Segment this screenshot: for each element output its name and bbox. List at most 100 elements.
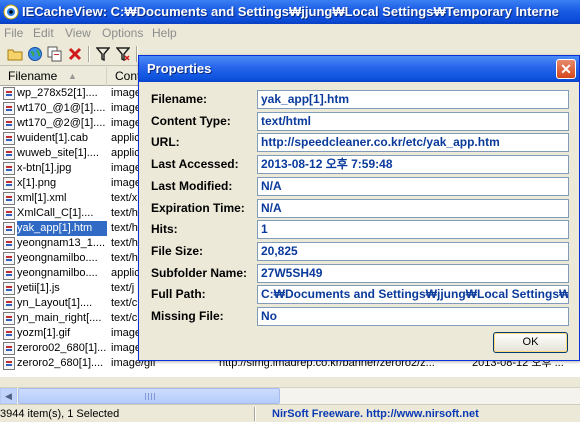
menu-options[interactable]: Options — [102, 26, 143, 40]
dialog-titlebar[interactable]: Properties ✕ — [139, 56, 579, 82]
row-filename: yeongnam13_1.... — [17, 237, 106, 249]
column-filename-label: Filename — [8, 69, 58, 83]
property-label: Last Modified: — [151, 178, 233, 193]
row-filename: wt170_@1@[1].... — [17, 102, 106, 114]
row-filename: yetii[1].js — [17, 282, 60, 294]
file-icon — [3, 312, 15, 325]
property-value-field[interactable]: C:₩Documents and Settings₩jjung₩Local Se… — [257, 285, 569, 305]
file-icon — [3, 327, 15, 340]
property-value-field[interactable]: N/A — [257, 198, 569, 218]
open-folder-icon[interactable] — [6, 46, 24, 62]
filter-red-icon[interactable] — [114, 46, 132, 62]
property-value-field[interactable]: 20,825 — [257, 241, 569, 261]
file-icon — [3, 297, 15, 310]
filter-icon[interactable] — [94, 46, 112, 62]
property-value-field[interactable]: http://speedcleaner.co.kr/etc/yak_app.ht… — [257, 133, 569, 153]
scroll-left-arrow-icon[interactable]: ◀ — [0, 388, 17, 404]
row-filename: x-btn[1].jpg — [17, 162, 72, 174]
file-icon — [3, 147, 15, 160]
horizontal-scrollbar[interactable]: ◀ — [0, 387, 580, 404]
menu-bar: File Edit View Options Help — [0, 24, 580, 42]
file-icon — [3, 252, 15, 265]
property-label: Content Type: — [151, 113, 231, 128]
row-filename: zeroro2_680[1].... — [17, 357, 104, 369]
property-value-field[interactable]: N/A — [257, 176, 569, 196]
scroll-thumb[interactable] — [18, 388, 280, 404]
status-divider — [254, 407, 256, 421]
property-label: Last Accessed: — [151, 157, 239, 172]
menu-help[interactable]: Help — [152, 26, 177, 40]
file-icon — [3, 87, 15, 100]
delete-icon[interactable] — [66, 46, 84, 62]
property-row: Subfolder Name: 27W5SH49 — [139, 263, 579, 284]
scroll-grip — [145, 393, 155, 400]
file-icon — [3, 192, 15, 205]
column-content-type-label: Cont — [115, 69, 141, 83]
row-filename: wt170_@2@[1].... — [17, 117, 106, 129]
file-icon — [3, 117, 15, 130]
property-row: Missing File: No — [139, 307, 579, 327]
property-row: Expiration Time: N/A — [139, 198, 579, 219]
dialog-title: Properties — [147, 61, 212, 76]
file-icon — [3, 102, 15, 115]
row-filename: wuident[1].cab — [17, 132, 88, 144]
property-value-field[interactable]: text/html — [257, 111, 569, 131]
property-label: Full Path: — [151, 287, 206, 302]
status-item-count: 3944 item(s), 1 Selected — [0, 408, 120, 420]
column-filename[interactable]: Filename ▲ — [0, 67, 107, 86]
property-label: Hits: — [151, 222, 178, 237]
row-filename: yozm[1].gif — [17, 327, 71, 339]
property-row: Hits: 1 — [139, 220, 579, 240]
file-icon — [3, 207, 15, 220]
window-titlebar[interactable]: IECacheView: C:₩Documents and Settings₩j… — [0, 0, 580, 24]
property-row: Content Type: text/html — [139, 111, 579, 132]
property-row: Filename: yak_app[1].htm — [139, 90, 579, 110]
row-filename: wp_278x52[1].... — [17, 87, 98, 99]
row-filename: yn_Layout[1].... — [17, 297, 93, 309]
row-filename: yeongnamilbo.... — [17, 252, 98, 264]
property-row: URL: http://speedcleaner.co.kr/etc/yak_ap… — [139, 133, 579, 153]
file-icon — [3, 222, 15, 235]
property-label: Subfolder Name: — [151, 265, 248, 280]
status-bar: 3944 item(s), 1 Selected NirSoft Freewar… — [0, 404, 580, 422]
property-value-field[interactable]: 27W5SH49 — [257, 263, 569, 283]
sort-arrow-icon: ▲ — [68, 71, 77, 81]
eye-icon — [3, 4, 19, 20]
file-icon — [3, 342, 15, 355]
property-value-field[interactable]: No — [257, 307, 569, 326]
copy-icon[interactable] — [46, 46, 64, 62]
toolbar-separator — [88, 46, 90, 62]
row-filename: xml[1].xml — [17, 192, 67, 204]
menu-view[interactable]: View — [65, 26, 91, 40]
file-icon — [3, 267, 15, 280]
property-row: Last Modified: N/A — [139, 176, 579, 197]
properties-dialog: Properties ✕ Filename: yak_app[1].htm Cont… — [138, 55, 580, 361]
status-nirsoft-link[interactable]: NirSoft Freeware. http://www.nirsoft.net — [272, 408, 479, 420]
property-value-field[interactable]: 1 — [257, 220, 569, 240]
property-row: Full Path: C:₩Documents and Settings₩jjun… — [139, 285, 579, 305]
property-value-field[interactable]: 2013-08-12 오후 7:59:48 — [257, 155, 569, 175]
menu-file[interactable]: File — [4, 26, 23, 40]
file-icon — [3, 132, 15, 145]
property-row: Last Accessed: 2013-08-12 오후 7:59:48 — [139, 155, 579, 175]
row-filename: wuweb_site[1].... — [17, 147, 99, 159]
file-icon — [3, 237, 15, 250]
property-value-field[interactable]: yak_app[1].htm — [257, 90, 569, 109]
file-icon — [3, 357, 15, 370]
property-label: Filename: — [151, 92, 208, 106]
row-filename: yak_app[1].htm — [17, 221, 107, 236]
close-icon[interactable]: ✕ — [556, 59, 576, 79]
row-filename: zeroro02_680[1]... — [17, 342, 107, 354]
property-label: URL: — [151, 135, 180, 150]
row-filename: yeongnamilbo.... — [17, 267, 98, 279]
property-row: File Size: 20,825 — [139, 241, 579, 262]
property-label: Missing File: — [151, 309, 224, 323]
file-icon — [3, 177, 15, 190]
file-icon — [3, 162, 15, 175]
menu-edit[interactable]: Edit — [33, 26, 54, 40]
file-icon — [3, 282, 15, 295]
ok-button[interactable]: OK — [493, 332, 568, 353]
row-filename: x[1].png — [17, 177, 57, 189]
row-filename: XmlCall_C[1].... — [17, 207, 94, 219]
globe-icon[interactable] — [26, 46, 44, 62]
